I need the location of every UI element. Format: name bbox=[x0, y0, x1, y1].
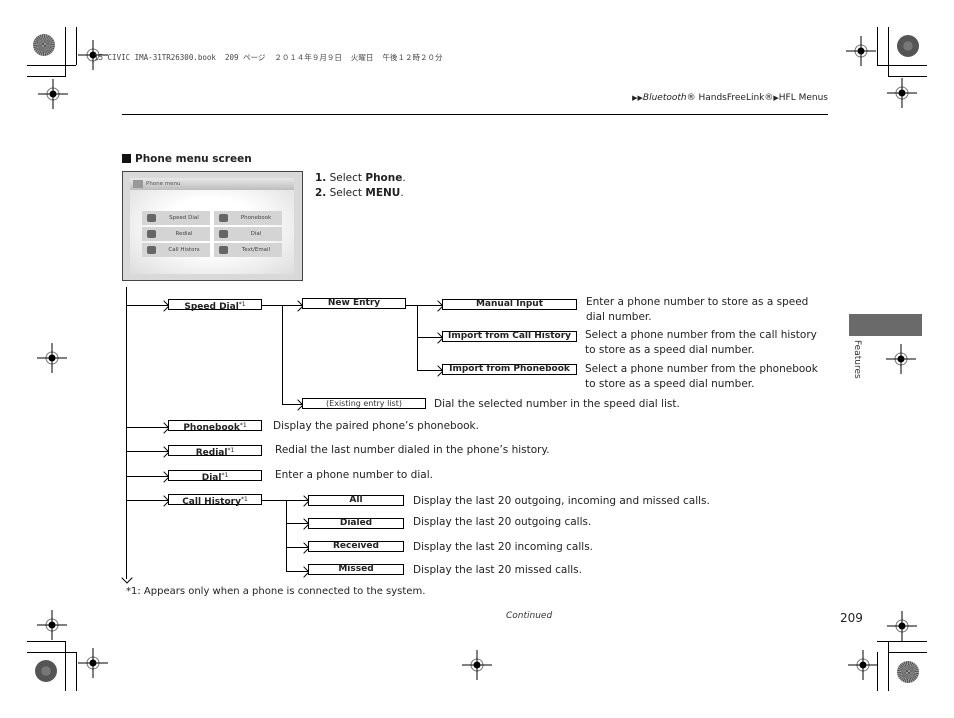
desc-all: Display the last 20 outgoing, incoming a… bbox=[413, 495, 710, 507]
menu-redial[interactable]: Redial*1 bbox=[168, 445, 262, 458]
registration-mark-icon bbox=[846, 36, 876, 66]
envelope-icon bbox=[219, 246, 228, 254]
phonebook-icon bbox=[219, 214, 228, 222]
arrow-down-icon bbox=[121, 572, 133, 584]
desc-redial: Redial the last number dialed in the pho… bbox=[275, 444, 550, 456]
keypad-icon bbox=[219, 230, 228, 238]
breadcrumb-current: HFL Menus bbox=[778, 93, 828, 103]
header-rule bbox=[122, 114, 828, 115]
breadcrumb-bluetooth[interactable]: Bluetooth bbox=[643, 93, 687, 103]
desc-missed: Display the last 20 missed calls. bbox=[413, 564, 582, 576]
screen-btn-redial: Redial bbox=[142, 227, 210, 241]
menu-call-history[interactable]: Call History*1 bbox=[168, 494, 262, 507]
desc-import-phonebook: Select a phone number from the phonebook… bbox=[585, 363, 818, 390]
menu-missed[interactable]: Missed bbox=[308, 564, 404, 575]
desc-dial: Enter a phone number to dial. bbox=[275, 469, 433, 481]
menu-dial[interactable]: Dial*1 bbox=[168, 470, 262, 483]
registration-mark-icon bbox=[462, 650, 492, 680]
desc-phonebook: Display the paired phone’s phonebook. bbox=[273, 420, 479, 432]
menu-import-phonebook[interactable]: Import from Phonebook bbox=[442, 364, 577, 375]
registration-mark-icon bbox=[886, 344, 916, 374]
side-tab-label[interactable]: Features bbox=[852, 340, 862, 379]
continued-label: Continued bbox=[506, 611, 553, 621]
breadcrumb-arrow-icon: ▶▶ bbox=[632, 94, 643, 102]
registration-mark-icon bbox=[37, 343, 67, 373]
color-target-icon bbox=[33, 34, 55, 56]
square-bullet-icon bbox=[122, 154, 131, 163]
phone-menu-screenshot: Phone menu Speed Dial Phonebook Redial D… bbox=[122, 171, 303, 281]
side-tab-block bbox=[849, 314, 922, 336]
print-job-info: 15 CIVIC IMA-31TR26300.book 209 ページ ２０１４… bbox=[94, 53, 443, 62]
desc-manual-input: Enter a phone number to store as a speed… bbox=[586, 296, 809, 323]
screen-title: Phone menu bbox=[146, 181, 181, 187]
menu-dialed[interactable]: Dialed bbox=[308, 518, 404, 529]
call-history-icon bbox=[147, 246, 156, 254]
screen-btn-dial: Dial bbox=[214, 227, 282, 241]
menu-received[interactable]: Received bbox=[308, 541, 404, 552]
section-title: Phone menu screen bbox=[122, 153, 252, 165]
menu-all[interactable]: All bbox=[308, 495, 404, 506]
menu-import-call-history[interactable]: Import from Call History bbox=[442, 331, 577, 342]
footnote: *1: Appears only when a phone is connect… bbox=[126, 586, 426, 597]
step-1: 1. Select Phone. bbox=[315, 172, 406, 184]
step-2: 2. Select MENU. bbox=[315, 187, 404, 199]
desc-existing-entry-list: Dial the selected number in the speed di… bbox=[434, 398, 680, 410]
speed-dial-icon bbox=[147, 214, 156, 222]
menu-speed-dial[interactable]: Speed Dial*1 bbox=[168, 299, 262, 312]
registration-mark-icon bbox=[848, 650, 878, 680]
screen-titlebar: Phone menu bbox=[130, 178, 294, 190]
screen-btn-phonebook: Phonebook bbox=[214, 211, 282, 225]
desc-received: Display the last 20 incoming calls. bbox=[413, 541, 594, 553]
registration-mark-icon bbox=[887, 611, 917, 641]
color-target-icon bbox=[35, 660, 57, 682]
screen-btn-text-email: Text/Email bbox=[214, 243, 282, 257]
registration-mark-icon bbox=[887, 78, 917, 108]
screen-btn-call-history: Call Histors bbox=[142, 243, 210, 257]
menu-new-entry[interactable]: New Entry bbox=[302, 298, 406, 309]
color-target-icon bbox=[897, 35, 919, 57]
redial-icon bbox=[147, 230, 156, 238]
section-title-text: Phone menu screen bbox=[135, 153, 252, 165]
registration-mark-icon bbox=[78, 648, 108, 678]
instruction-steps: 1. Select Phone. 2. Select MENU. bbox=[315, 171, 406, 201]
registration-mark-icon bbox=[37, 610, 67, 640]
phone-icon bbox=[133, 180, 143, 188]
desc-dialed: Display the last 20 outgoing calls. bbox=[413, 516, 592, 528]
breadcrumb: ▶▶Bluetooth® HandsFreeLink®▶HFL Menus bbox=[632, 93, 828, 103]
menu-existing-entry-list[interactable]: (Existing entry list) bbox=[302, 398, 426, 409]
screen-btn-speed-dial: Speed Dial bbox=[142, 211, 210, 225]
registration-mark-icon bbox=[38, 79, 68, 109]
menu-phonebook[interactable]: Phonebook*1 bbox=[168, 420, 262, 433]
color-target-icon bbox=[897, 661, 919, 683]
desc-import-call-history: Select a phone number from the call hist… bbox=[585, 329, 817, 356]
page-number: 209 bbox=[840, 611, 863, 625]
menu-manual-input[interactable]: Manual Input bbox=[442, 299, 577, 310]
breadcrumb-handsfreelink[interactable]: ® HandsFreeLink® bbox=[687, 93, 774, 103]
